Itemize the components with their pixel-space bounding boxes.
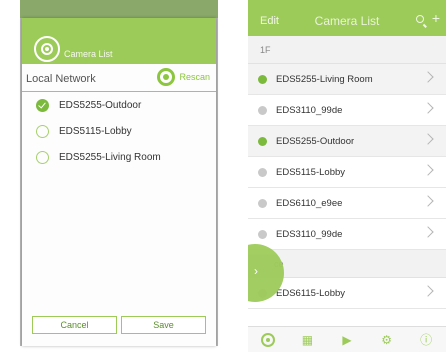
rescan-icon bbox=[157, 68, 176, 86]
camera-name: EDS5115-Lobby bbox=[59, 125, 132, 137]
add-camera-button[interactable]: + bbox=[432, 10, 440, 26]
cancel-button[interactable]: Cancel bbox=[32, 316, 117, 334]
settings-tab-icon[interactable]: ⚙ bbox=[380, 333, 394, 347]
dialog-title: Camera List bbox=[64, 49, 113, 59]
camera-name: EDS5255-Outdoor bbox=[59, 99, 142, 111]
chevron-right-icon bbox=[422, 164, 434, 176]
dialog-header: Camera List bbox=[22, 18, 216, 64]
right-screen: Edit Camera List + 1F EDS5255-Living Roo… bbox=[248, 0, 446, 352]
table-row[interactable]: EDS6110_e9ee bbox=[248, 188, 446, 219]
camera-name: EDS5115-Lobby bbox=[276, 166, 346, 178]
camera-name: EDS3110_99de bbox=[276, 228, 343, 240]
chevron-right-icon bbox=[422, 133, 434, 145]
info-tab-icon[interactable]: ⓘ bbox=[419, 333, 433, 347]
nav-bar: Edit Camera List + bbox=[248, 0, 446, 36]
left-screen: Camera List Local Network Rescan EDS5255… bbox=[20, 0, 218, 346]
dialog-section-header: Local Network Rescan bbox=[22, 64, 216, 92]
play-tab-icon[interactable]: ▶ bbox=[340, 333, 354, 347]
camera-tab-icon[interactable] bbox=[260, 332, 275, 347]
chevron-right-icon bbox=[422, 285, 434, 297]
offline-status-icon bbox=[258, 229, 267, 239]
camera-name: EDS6110_e9ee bbox=[276, 197, 343, 209]
table-row[interactable]: EDS3110_99de bbox=[248, 219, 446, 250]
group-header: 1F bbox=[248, 36, 446, 64]
section-label: Local Network bbox=[26, 73, 96, 85]
dialog-buttons: Cancel Save bbox=[32, 316, 206, 334]
list-item[interactable]: EDS5255-Outdoor bbox=[22, 92, 216, 118]
camera-name: EDS5255-Outdoor bbox=[276, 135, 355, 147]
radio-unchecked-icon[interactable] bbox=[36, 150, 49, 164]
group-label: 1F bbox=[260, 45, 271, 55]
grid-tab-icon[interactable]: ▦ bbox=[300, 333, 314, 347]
online-status-icon bbox=[258, 136, 267, 146]
camera-select-dialog: Camera List Local Network Rescan EDS5255… bbox=[22, 18, 216, 346]
tab-bar: ▦ ▶ ⚙ ⓘ bbox=[248, 326, 446, 352]
search-icon[interactable] bbox=[416, 15, 424, 23]
status-bar-dimmed bbox=[20, 0, 218, 18]
radio-checked-icon[interactable] bbox=[36, 98, 49, 112]
camera-logo-icon bbox=[34, 36, 60, 62]
table-row[interactable]: EDS5115-Lobby bbox=[248, 157, 446, 188]
chevron-right-icon bbox=[422, 195, 434, 207]
chevron-right-icon bbox=[422, 226, 434, 238]
list-item[interactable]: EDS5255-Living Room bbox=[22, 144, 216, 170]
save-button[interactable]: Save bbox=[121, 316, 206, 334]
offline-status-icon bbox=[258, 167, 267, 177]
offline-status-icon bbox=[258, 198, 267, 208]
offline-status-icon bbox=[258, 105, 267, 115]
list-item[interactable]: EDS5115-Lobby bbox=[22, 118, 216, 144]
camera-name: EDS5255-Living Room bbox=[276, 73, 373, 85]
chevron-right-icon: › bbox=[254, 264, 258, 278]
table-row[interactable]: EDS3110_99de bbox=[248, 95, 446, 126]
chevron-right-icon bbox=[422, 71, 434, 83]
table-row[interactable]: EDS5255-Living Room bbox=[248, 64, 446, 95]
camera-name: EDS3110_99de bbox=[276, 104, 343, 116]
online-status-icon bbox=[258, 74, 267, 84]
camera-name: EDS6115-Lobby bbox=[276, 287, 346, 299]
camera-name: EDS5255-Living Room bbox=[59, 151, 161, 163]
chevron-right-icon bbox=[422, 102, 434, 114]
rescan-button[interactable]: Rescan bbox=[157, 68, 210, 86]
table-row[interactable]: EDS5255-Outdoor bbox=[248, 126, 446, 157]
rescan-label: Rescan bbox=[179, 72, 210, 82]
radio-unchecked-icon[interactable] bbox=[36, 124, 49, 138]
